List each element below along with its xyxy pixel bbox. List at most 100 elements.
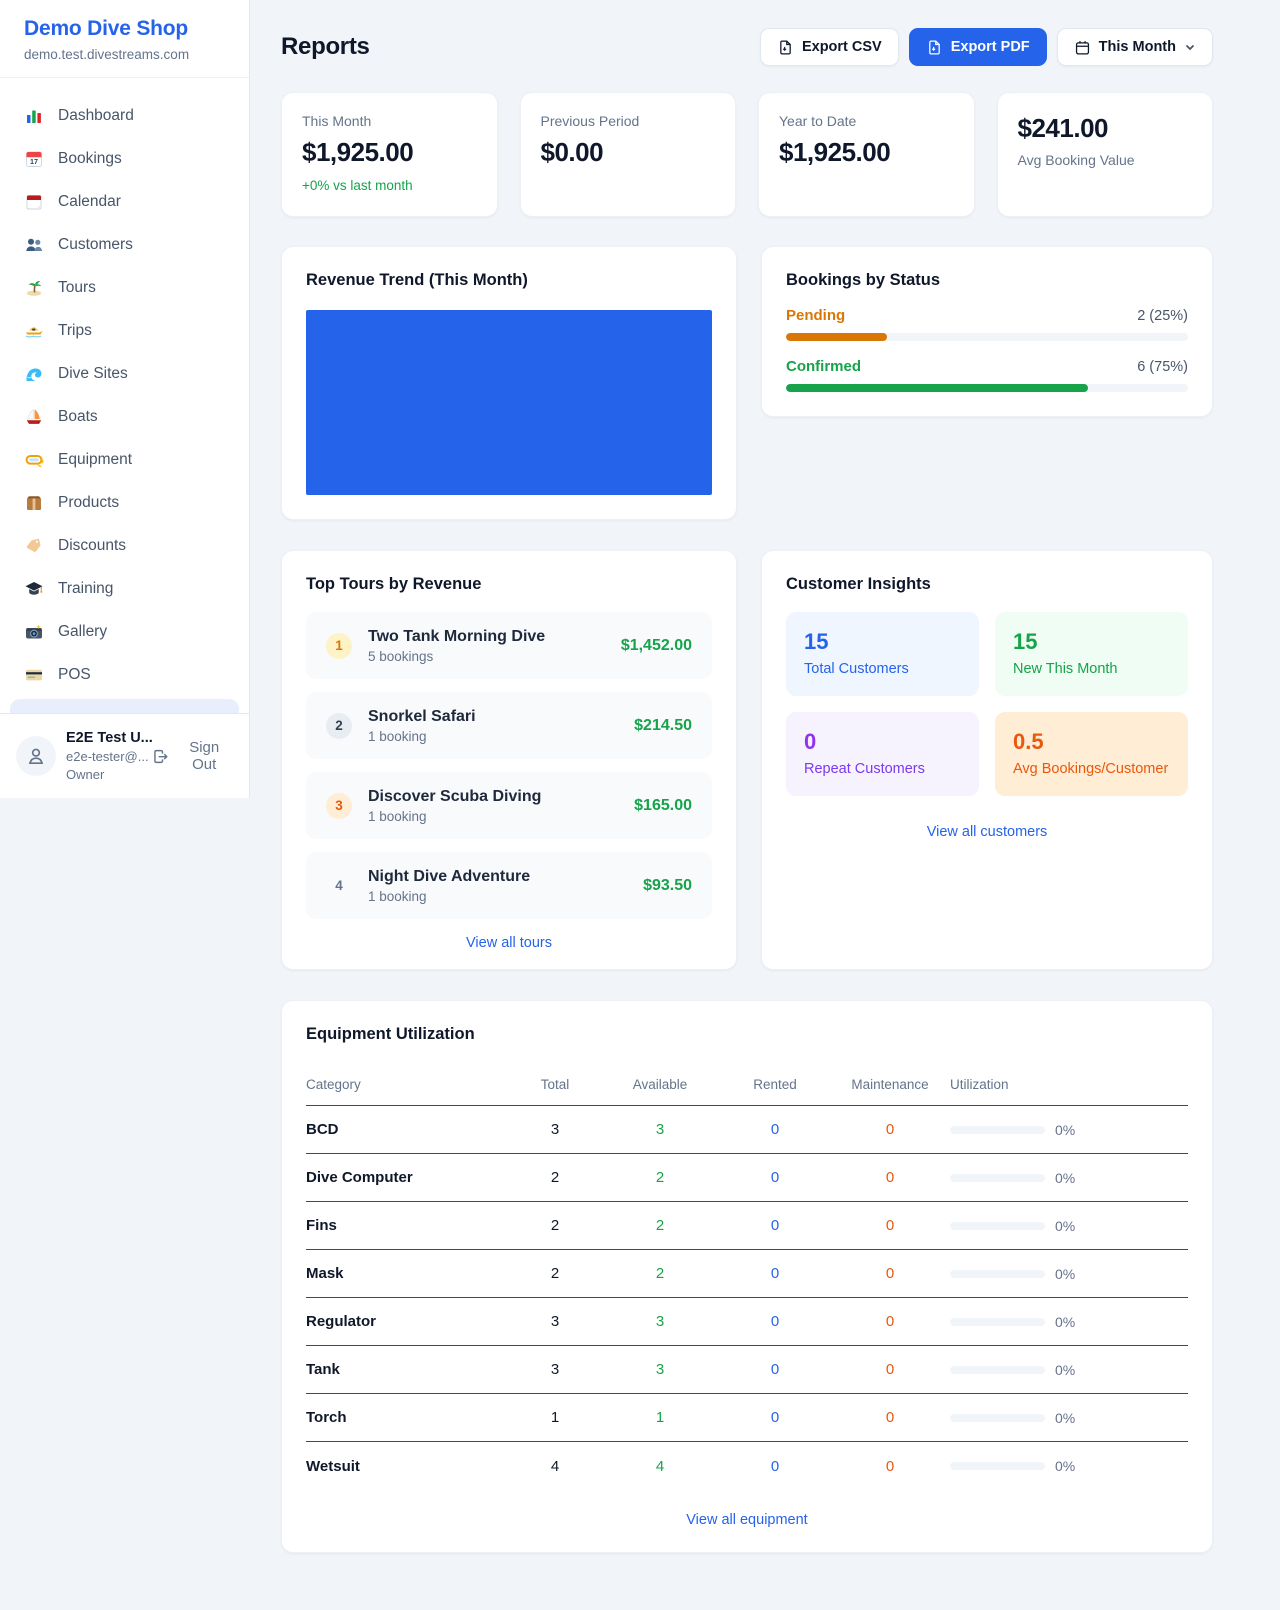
insight-tiles: 15 Total Customers 15 New This Month 0 R…	[786, 612, 1188, 796]
cell-available: 2	[600, 1169, 720, 1186]
cell-available: 3	[600, 1121, 720, 1138]
sidebar-item-customers[interactable]: Customers	[0, 223, 249, 266]
sidebar-item-label: Calendar	[58, 193, 121, 211]
column-header: Total	[510, 1077, 600, 1092]
sidebar-item-gallery[interactable]: Gallery	[0, 610, 249, 653]
status-label: Pending	[786, 307, 845, 324]
diving-mask-icon	[24, 450, 44, 470]
sign-out-button[interactable]: Sign Out	[152, 739, 233, 773]
sidebar-item-label: Customers	[58, 236, 133, 254]
cell-maintenance: 0	[830, 1313, 950, 1330]
cell-maintenance: 0	[830, 1458, 950, 1475]
cell-category: Dive Computer	[306, 1169, 510, 1186]
sidebar-item-boats[interactable]: Boats	[0, 395, 249, 438]
status-row-confirmed: Confirmed 6 (75%)	[786, 358, 1188, 392]
sidebar-item-label: Gallery	[58, 623, 107, 641]
status-count: 2 (25%)	[1137, 308, 1188, 324]
revenue-trend-title: Revenue Trend (This Month)	[306, 271, 712, 290]
table-row: Dive Computer 2 2 0 0 0%	[306, 1154, 1188, 1202]
tile-value: 0.5	[1013, 729, 1170, 755]
user-meta: E2E Test U... e2e-tester@... Owner	[66, 729, 152, 782]
sidebar-item-label: Dive Sites	[58, 365, 128, 383]
cell-category: Fins	[306, 1217, 510, 1234]
sidebar-item-label: Products	[58, 494, 119, 512]
utilization-track	[950, 1366, 1045, 1374]
shop-domain: demo.test.divestreams.com	[24, 47, 225, 62]
progress-fill	[786, 384, 1088, 392]
view-all-customers-link[interactable]: View all customers	[927, 824, 1048, 840]
rank-badge: 4	[326, 873, 352, 899]
table-row: Fins 2 2 0 0 0%	[306, 1202, 1188, 1250]
header-actions: Export CSV Export PDF This Month	[760, 28, 1213, 66]
sidebar-item-dive-sites[interactable]: Dive Sites	[0, 352, 249, 395]
rank-badge: 1	[326, 633, 352, 659]
sidebar-item-training[interactable]: Training	[0, 567, 249, 610]
tour-revenue: $165.00	[634, 797, 692, 815]
stat-card-avg-booking-value: $241.00 Avg Booking Value	[997, 92, 1214, 217]
equipment-utilization-card: Equipment Utilization Category Total Ava…	[281, 1000, 1213, 1553]
sailboat-icon	[24, 407, 44, 427]
tour-name: Snorkel Safari	[368, 708, 476, 726]
view-all-tours-link[interactable]: View all tours	[466, 935, 552, 951]
tile-label: Repeat Customers	[804, 761, 961, 777]
cell-utilization: 0%	[950, 1458, 1188, 1474]
insight-tile-avg-bookings: 0.5 Avg Bookings/Customer	[995, 712, 1188, 796]
tile-value: 15	[1013, 629, 1170, 655]
sidebar-item-discounts[interactable]: Discounts	[0, 524, 249, 567]
utilization-track	[950, 1270, 1045, 1278]
cell-maintenance: 0	[830, 1361, 950, 1378]
insight-tile-new-this-month: 15 New This Month	[995, 612, 1188, 696]
sidebar-item-equipment[interactable]: Equipment	[0, 438, 249, 481]
tile-value: 0	[804, 729, 961, 755]
cell-maintenance: 0	[830, 1409, 950, 1426]
stat-label: Previous Period	[541, 113, 716, 129]
sidebar: Demo Dive Shop demo.test.divestreams.com…	[0, 0, 250, 798]
cell-total: 1	[510, 1409, 600, 1426]
export-csv-button[interactable]: Export CSV	[760, 28, 899, 66]
sidebar-item-bookings[interactable]: 17 Bookings	[0, 137, 249, 180]
sidebar-item-products[interactable]: Products	[0, 481, 249, 524]
sidebar-item-label: Trips	[58, 322, 92, 340]
export-pdf-button[interactable]: Export PDF	[909, 28, 1047, 66]
table-row: Torch 1 1 0 0 0%	[306, 1394, 1188, 1442]
sidebar-item-reports-active-partial[interactable]	[10, 699, 239, 713]
table-row: Mask 2 2 0 0 0%	[306, 1250, 1188, 1298]
column-header: Maintenance	[830, 1077, 950, 1092]
stat-label: Avg Booking Value	[1018, 152, 1193, 168]
main-content: Reports Export CSV Export PDF This Month	[250, 0, 1280, 1583]
utilization-percent: 0%	[1055, 1122, 1075, 1138]
utilization-track	[950, 1318, 1045, 1326]
status-label: Confirmed	[786, 358, 861, 375]
sign-out-icon	[152, 748, 169, 765]
stats-row: This Month $1,925.00 +0% vs last month P…	[281, 92, 1213, 217]
sidebar-item-calendar[interactable]: Calendar	[0, 180, 249, 223]
revenue-trend-chart	[306, 310, 712, 495]
page-title: Reports	[281, 33, 370, 61]
export-csv-label: Export CSV	[802, 39, 882, 55]
table-row: Wetsuit 4 4 0 0 0%	[306, 1442, 1188, 1490]
top-tours-card: Top Tours by Revenue 1 Two Tank Morning …	[281, 550, 737, 970]
sidebar-user-section: E2E Test U... e2e-tester@... Owner Sign …	[0, 713, 249, 798]
sidebar-item-tours[interactable]: Tours	[0, 266, 249, 309]
revenue-trend-card: Revenue Trend (This Month)	[281, 246, 737, 520]
sidebar-item-dashboard[interactable]: Dashboard	[0, 94, 249, 137]
utilization-percent: 0%	[1055, 1266, 1075, 1282]
cell-rented: 0	[720, 1458, 830, 1475]
period-select[interactable]: This Month	[1057, 28, 1213, 66]
sidebar-item-label: Boats	[58, 408, 98, 426]
cell-available: 1	[600, 1409, 720, 1426]
view-all-equipment-link[interactable]: View all equipment	[686, 1512, 807, 1528]
sidebar-item-pos[interactable]: POS	[0, 653, 249, 696]
page-header: Reports Export CSV Export PDF This Month	[281, 28, 1213, 66]
svg-text:17: 17	[30, 157, 38, 166]
cell-maintenance: 0	[830, 1121, 950, 1138]
sidebar-item-trips[interactable]: Trips	[0, 309, 249, 352]
cell-utilization: 0%	[950, 1266, 1188, 1282]
camera-icon	[24, 622, 44, 642]
utilization-track	[950, 1222, 1045, 1230]
utilization-percent: 0%	[1055, 1218, 1075, 1234]
tear-off-calendar-icon	[24, 192, 44, 212]
tour-name: Discover Scuba Diving	[368, 788, 541, 806]
top-tours-title: Top Tours by Revenue	[306, 575, 712, 594]
utilization-track	[950, 1462, 1045, 1470]
